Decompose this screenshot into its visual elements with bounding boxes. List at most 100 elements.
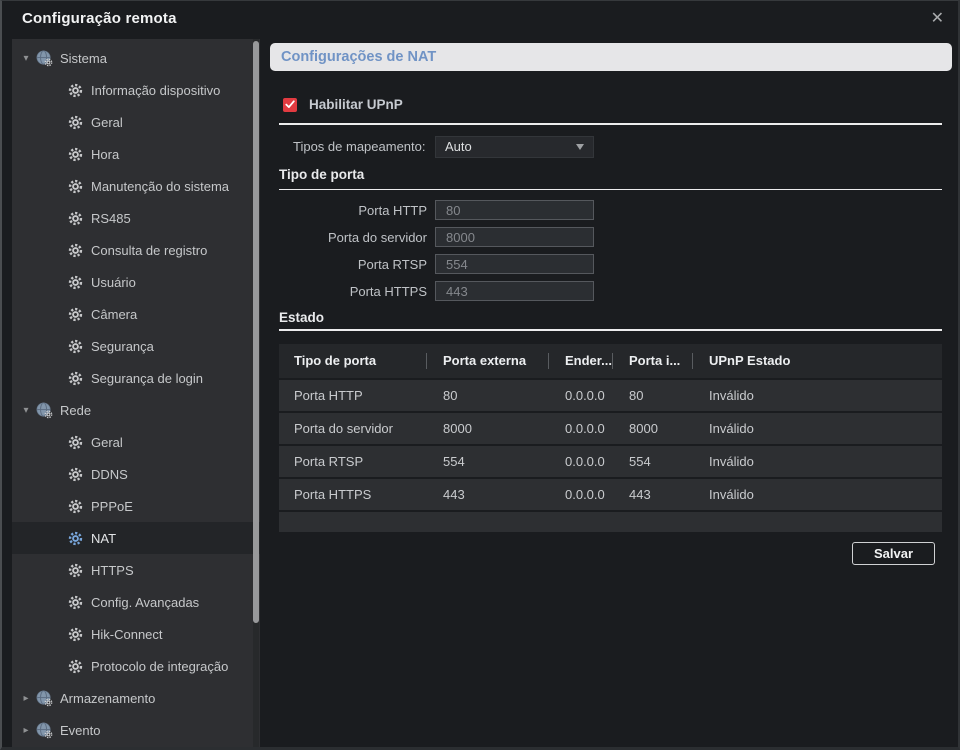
save-button[interactable]: Salvar bbox=[852, 542, 935, 565]
separator bbox=[279, 329, 942, 331]
sidebar-item-label: Geral bbox=[91, 435, 123, 450]
network-globe-gear-icon bbox=[36, 402, 53, 419]
gear-icon bbox=[68, 83, 83, 98]
sidebar-item[interactable]: Informação dispositivo bbox=[12, 74, 260, 106]
sidebar-item[interactable]: Config. Avançadas bbox=[12, 586, 260, 618]
sidebar-item-label: Usuário bbox=[91, 275, 136, 290]
sidebar-group[interactable]: ▸ Evento bbox=[12, 714, 260, 746]
port-input[interactable]: 80 bbox=[435, 200, 594, 220]
status-table-body: Porta HTTP800.0.0.080InválidoPorta do se… bbox=[279, 380, 942, 510]
sidebar-item-label: RS485 bbox=[91, 211, 131, 226]
port-section-title: Tipo de porta bbox=[279, 167, 942, 182]
sidebar-item[interactable]: Protocolo de integração bbox=[12, 650, 260, 682]
status-table-header: Tipo de portaPorta externaEnder...Porta … bbox=[279, 344, 942, 378]
table-cell: Porta RTSP bbox=[279, 454, 427, 469]
tree-expand-arrow-icon[interactable]: ▸ bbox=[20, 725, 32, 736]
table-cell: Porta do servidor bbox=[279, 421, 427, 436]
table-cell: 554 bbox=[613, 454, 693, 469]
table-cell: 0.0.0.0 bbox=[549, 421, 613, 436]
gear-icon bbox=[68, 243, 83, 258]
gear-icon bbox=[68, 563, 83, 578]
table-row[interactable]: Porta do servidor80000.0.0.08000Inválido bbox=[279, 413, 942, 444]
upnp-label: Habilitar UPnP bbox=[309, 97, 403, 112]
column-header[interactable]: Tipo de porta bbox=[279, 344, 427, 378]
close-icon[interactable]: ✕ bbox=[931, 9, 944, 29]
sidebar-item[interactable]: Manutenção do sistema bbox=[12, 170, 260, 202]
sidebar-group[interactable]: ▾ Rede bbox=[12, 394, 260, 426]
port-input[interactable]: 554 bbox=[435, 254, 594, 274]
mapping-row: Tipos de mapeamento: Auto bbox=[279, 136, 942, 158]
sidebar-scrollbar-thumb[interactable] bbox=[253, 41, 259, 623]
sidebar-item-label: Manutenção do sistema bbox=[91, 179, 229, 194]
sidebar-item-label: Protocolo de integração bbox=[91, 659, 228, 674]
column-header[interactable]: Ender... bbox=[549, 344, 613, 378]
gear-icon bbox=[68, 307, 83, 322]
gear-icon bbox=[68, 275, 83, 290]
table-cell: 0.0.0.0 bbox=[549, 388, 613, 403]
network-globe-gear-icon bbox=[36, 722, 53, 739]
panel-header: Configurações de NAT bbox=[270, 43, 952, 71]
sidebar-item[interactable]: PPPoE bbox=[12, 490, 260, 522]
sidebar-item[interactable]: Consulta de registro bbox=[12, 234, 260, 266]
sidebar-item-label: Hik-Connect bbox=[91, 627, 163, 642]
panel-title: Configurações de NAT bbox=[281, 49, 436, 65]
gear-icon bbox=[68, 371, 83, 386]
sidebar-item[interactable]: Segurança bbox=[12, 330, 260, 362]
column-header[interactable]: UPnP Estado bbox=[693, 344, 942, 378]
sidebar-item[interactable]: NAT bbox=[12, 522, 260, 554]
sidebar-item-label: Segurança de login bbox=[91, 371, 203, 386]
gear-icon bbox=[68, 211, 83, 226]
table-row[interactable]: Porta HTTP800.0.0.080Inválido bbox=[279, 380, 942, 411]
sidebar-item[interactable]: RS485 bbox=[12, 202, 260, 234]
sidebar-group-label: Sistema bbox=[60, 51, 107, 66]
sidebar-item-label: DDNS bbox=[91, 467, 128, 482]
gear-icon bbox=[68, 467, 83, 482]
sidebar-item[interactable]: HTTPS bbox=[12, 554, 260, 586]
port-field-row: Porta RTSP 554 bbox=[279, 254, 942, 274]
sidebar-item[interactable]: Hora bbox=[12, 138, 260, 170]
sidebar-item[interactable]: Hik-Connect bbox=[12, 618, 260, 650]
tree-expand-arrow-icon[interactable]: ▸ bbox=[20, 693, 32, 704]
main-panel: Configurações de NAT Habilitar UPnP Tipo… bbox=[270, 43, 952, 565]
mapping-type-label: Tipos de mapeamento: bbox=[293, 136, 425, 158]
gear-icon bbox=[68, 595, 83, 610]
port-field-label: Porta HTTP bbox=[279, 203, 427, 218]
sidebar-item[interactable]: Geral bbox=[12, 106, 260, 138]
port-field-row: Porta do servidor 8000 bbox=[279, 227, 942, 247]
port-input[interactable]: 8000 bbox=[435, 227, 594, 247]
upnp-checkbox[interactable] bbox=[283, 98, 297, 112]
titlebar: Configuração remota ✕ bbox=[2, 1, 958, 39]
tree-expand-arrow-icon[interactable]: ▾ bbox=[20, 405, 32, 416]
mapping-type-select[interactable]: Auto bbox=[435, 136, 594, 158]
port-input[interactable]: 443 bbox=[435, 281, 594, 301]
sidebar-group[interactable]: ▸ Armazenamento bbox=[12, 682, 260, 714]
port-field-row: Porta HTTPS 443 bbox=[279, 281, 942, 301]
sidebar-item[interactable]: Usuário bbox=[12, 266, 260, 298]
tree-expand-arrow-icon[interactable]: ▾ bbox=[20, 53, 32, 64]
button-row: Salvar bbox=[279, 542, 942, 565]
sidebar-group[interactable]: ▾ Sistema bbox=[12, 42, 260, 74]
table-cell: Inválido bbox=[693, 388, 942, 403]
column-header[interactable]: Porta externa bbox=[427, 344, 549, 378]
sidebar-item[interactable]: Geral bbox=[12, 426, 260, 458]
table-row[interactable]: Porta RTSP5540.0.0.0554Inválido bbox=[279, 446, 942, 477]
sidebar-item[interactable]: Segurança de login bbox=[12, 362, 260, 394]
status-section-title: Estado bbox=[279, 310, 942, 325]
table-row[interactable]: Porta HTTPS4430.0.0.0443Inválido bbox=[279, 479, 942, 510]
network-globe-gear-icon bbox=[36, 690, 53, 707]
window-title: Configuração remota bbox=[22, 10, 177, 27]
sidebar-group-label: Evento bbox=[60, 723, 100, 738]
checkmark-icon bbox=[285, 100, 295, 109]
sidebar-group-label: Rede bbox=[60, 403, 91, 418]
column-header[interactable]: Porta i... bbox=[613, 344, 693, 378]
sidebar-item[interactable]: DDNS bbox=[12, 458, 260, 490]
gear-icon bbox=[68, 659, 83, 674]
sidebar-item-label: Informação dispositivo bbox=[91, 83, 220, 98]
port-field-label: Porta do servidor bbox=[279, 230, 427, 245]
table-cell: 443 bbox=[613, 487, 693, 502]
gear-icon bbox=[68, 627, 83, 642]
table-cell: Inválido bbox=[693, 454, 942, 469]
sidebar-item-label: Consulta de registro bbox=[91, 243, 207, 258]
gear-icon bbox=[68, 179, 83, 194]
sidebar-item[interactable]: Câmera bbox=[12, 298, 260, 330]
